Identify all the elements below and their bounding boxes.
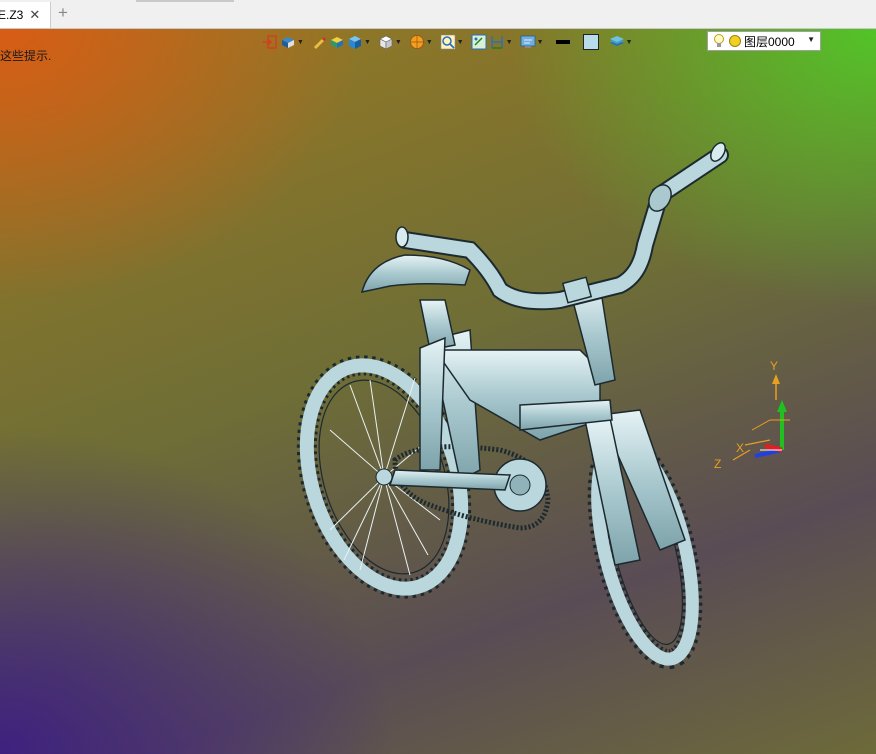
tab-title: E.Z3	[0, 8, 24, 22]
layer-color-icon	[729, 35, 741, 47]
axis-x-label: X	[736, 441, 744, 455]
cube-white-icon	[379, 35, 393, 50]
tb-layer-stack[interactable]: ▼	[609, 32, 638, 52]
cube-blue-icon	[348, 36, 361, 49]
lightbulb-icon[interactable]	[712, 33, 726, 49]
tb-dimension[interactable]: ▼	[489, 32, 518, 52]
hint-text: 这些提示.	[0, 49, 52, 63]
chevron-down-icon: ▼	[363, 38, 371, 46]
tb-fill-color[interactable]	[582, 32, 599, 52]
shaded-solid-icon	[330, 37, 343, 48]
tb-display[interactable]: ▼	[520, 32, 549, 52]
axis-z-label: Z	[714, 457, 721, 471]
frame	[388, 284, 686, 566]
tab-strip-divider	[136, 0, 234, 2]
chevron-down-icon: ▼	[456, 38, 464, 46]
exit-icon	[263, 35, 277, 49]
tb-pen[interactable]	[311, 32, 327, 52]
close-icon[interactable]: ✕	[29, 7, 40, 23]
pen-icon	[313, 37, 326, 49]
chevron-down-icon: ▼	[394, 38, 402, 46]
axis-y-label: Y	[770, 359, 778, 373]
tb-zoom[interactable]: ▼	[440, 32, 469, 52]
tb-sphere[interactable]: ▼	[409, 32, 438, 52]
view-mode-icon	[282, 37, 294, 48]
layer-selector[interactable]: 图层0000 ▼	[707, 31, 821, 51]
tb-exit[interactable]	[262, 32, 278, 52]
3d-viewport[interactable]: Y X Z	[0, 29, 876, 754]
tb-fit-view[interactable]	[471, 32, 487, 52]
bicycle-model: Y X Z	[296, 142, 790, 670]
tb-view-mode[interactable]: ▼	[280, 32, 309, 52]
new-tab-icon[interactable]: +	[58, 3, 68, 23]
chevron-down-icon: ▼	[536, 38, 544, 46]
fit-view-icon	[471, 34, 487, 50]
axis-triad: Y X Z	[714, 359, 790, 471]
view-toolbar: ▼ ▼ ▼ ▼ ▼ ▼ ▼ ▼	[262, 31, 638, 53]
orange-sphere-icon	[409, 35, 424, 49]
chevron-down-icon: ▼	[297, 38, 304, 46]
saddle	[360, 254, 471, 293]
layer-stack-icon	[609, 36, 624, 46]
layer-name: 图层0000	[744, 34, 795, 49]
tab-bar: E.Z3 ✕ +	[0, 0, 876, 29]
zoom-icon	[440, 34, 456, 50]
line-color-icon	[555, 40, 570, 44]
display-icon	[520, 35, 536, 48]
chevron-down-icon: ▼	[625, 38, 633, 46]
tb-shaded-solid[interactable]	[329, 32, 345, 52]
tb-cube-white[interactable]: ▼	[378, 32, 407, 52]
tb-line-color[interactable]	[555, 32, 571, 52]
chevron-down-icon: ▼	[425, 38, 433, 46]
chevron-down-icon: ▼	[505, 38, 513, 46]
fill-color-icon	[582, 34, 599, 50]
document-tab[interactable]: E.Z3 ✕	[0, 2, 51, 28]
chevron-down-icon[interactable]: ▼	[807, 35, 815, 44]
tb-cube-blue[interactable]: ▼	[347, 32, 376, 52]
dimension-icon	[490, 36, 503, 49]
